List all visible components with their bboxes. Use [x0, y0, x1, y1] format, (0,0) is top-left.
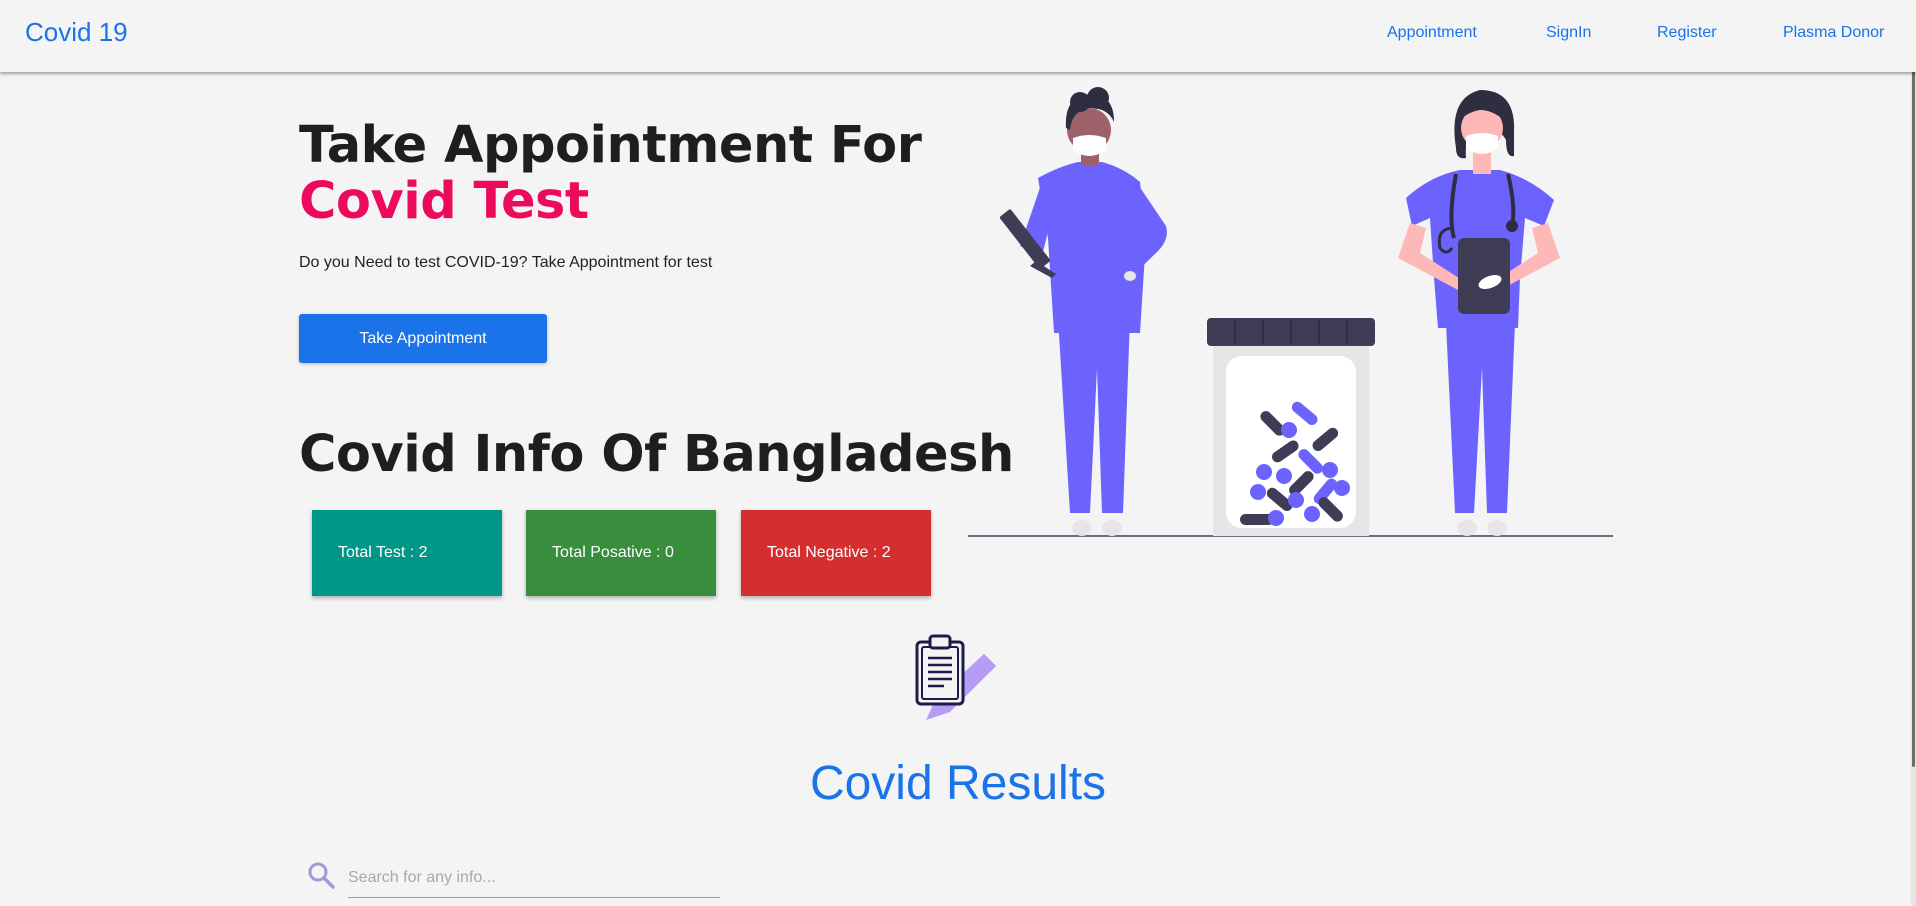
doctors-illustration: [968, 87, 1613, 537]
search-icon[interactable]: [306, 860, 336, 890]
nav-link-plasma-donor[interactable]: Plasma Donor: [1783, 24, 1884, 42]
covid-results-title: Covid Results: [809, 757, 1107, 810]
total-negative-card: Total Negative : 2: [741, 510, 931, 596]
covid-info-title: Covid Info Of Bangladesh: [299, 425, 1014, 484]
pill-jar: [1207, 318, 1375, 536]
hero-title-highlight: Covid Test: [299, 172, 589, 231]
nav-link-signin[interactable]: SignIn: [1546, 24, 1591, 42]
brand-logo[interactable]: Covid 19: [25, 17, 128, 48]
total-positive-card: Total Posative : 0: [526, 510, 716, 596]
clipboard-icon: [915, 634, 996, 720]
nav-link-register[interactable]: Register: [1657, 24, 1717, 42]
scrollbar-thumb[interactable]: [1912, 2, 1915, 767]
take-appointment-button[interactable]: Take Appointment: [299, 314, 547, 363]
hero-title-line1: Take Appointment For: [299, 116, 922, 175]
nav-link-appointment[interactable]: Appointment: [1387, 24, 1477, 42]
hero-subtitle: Do you Need to test COVID-19? Take Appoi…: [299, 254, 713, 271]
right-doctor-figure: [1398, 90, 1560, 536]
navbar: Covid 19 Appointment SignIn Register Pla…: [0, 0, 1916, 72]
total-test-card: Total Test : 2: [312, 510, 502, 596]
hero-title: Take Appointment For Covid Test: [299, 116, 922, 231]
search-input[interactable]: [348, 858, 720, 898]
left-doctor-figure: [999, 87, 1167, 536]
